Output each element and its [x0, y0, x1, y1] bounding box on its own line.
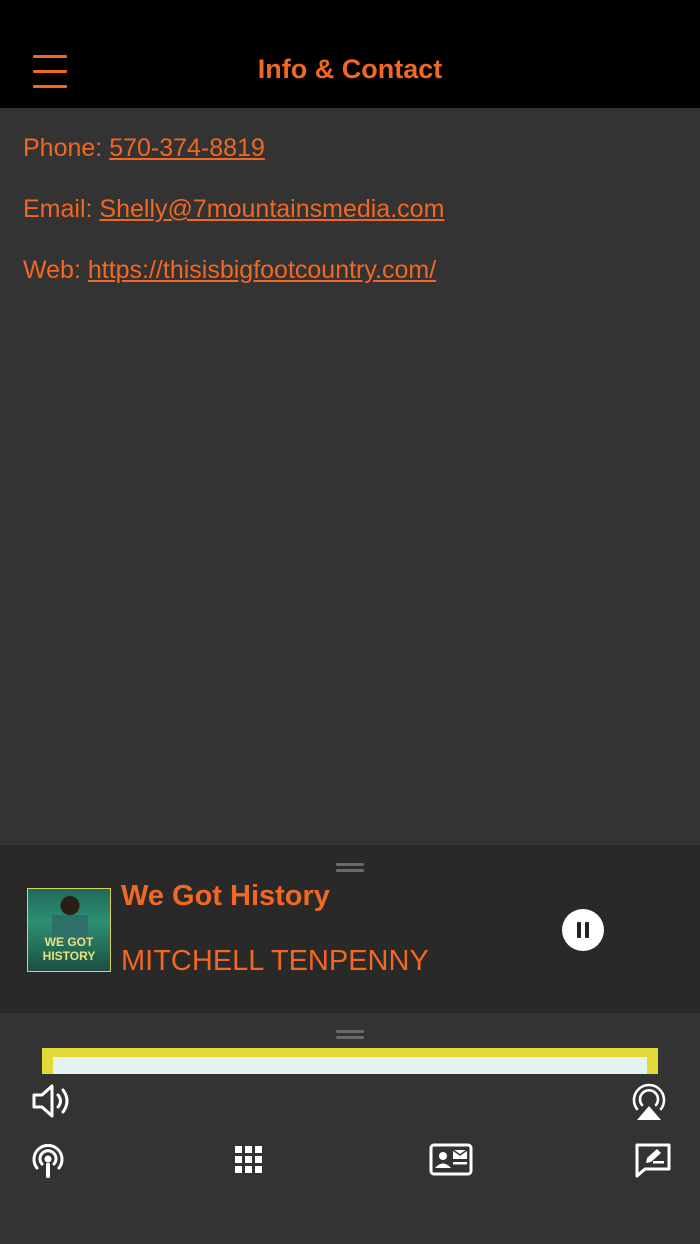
web-label: Web: — [23, 256, 88, 284]
pause-button[interactable] — [562, 909, 604, 951]
message-icon[interactable] — [633, 1141, 673, 1179]
bottom-panel — [0, 1013, 700, 1244]
album-art-text: WE GOT HISTORY — [42, 935, 96, 963]
email-label: Email: — [23, 195, 100, 223]
player-drag-handle[interactable] — [336, 863, 364, 872]
email-link[interactable]: Shelly@7mountainsmedia.com — [99, 195, 444, 223]
contact-card-icon[interactable] — [429, 1141, 473, 1177]
mini-player[interactable]: WE GOT HISTORY We Got History MITCHELL T… — [0, 845, 700, 1013]
page-title: Info & Contact — [257, 54, 443, 84]
album-art: WE GOT HISTORY — [27, 888, 111, 972]
grid-icon[interactable] — [233, 1144, 265, 1176]
email-row: Email: Shelly@7mountainsmedia.com — [23, 191, 444, 252]
volume-icon[interactable] — [31, 1081, 75, 1121]
web-row: Web: https://thisisbigfootcountry.com/ — [23, 252, 444, 313]
web-link[interactable]: https://thisisbigfootcountry.com/ — [88, 256, 436, 284]
phone-row: Phone: 570-374-8819 — [23, 130, 444, 191]
phone-label: Phone: — [23, 134, 110, 162]
song-title: We Got History — [121, 880, 330, 912]
airplay-icon[interactable] — [627, 1079, 671, 1123]
artist-name: MITCHELL TENPENNY — [121, 945, 429, 977]
panel-drag-handle[interactable] — [336, 1030, 364, 1039]
app-header: Info & Contact — [0, 0, 700, 108]
phone-link[interactable]: 570-374-8819 — [109, 134, 265, 162]
ad-banner[interactable] — [42, 1048, 658, 1074]
podcast-icon[interactable] — [28, 1139, 68, 1181]
contact-info: Phone: 570-374-8819 Email: Shelly@7mount… — [23, 130, 444, 313]
